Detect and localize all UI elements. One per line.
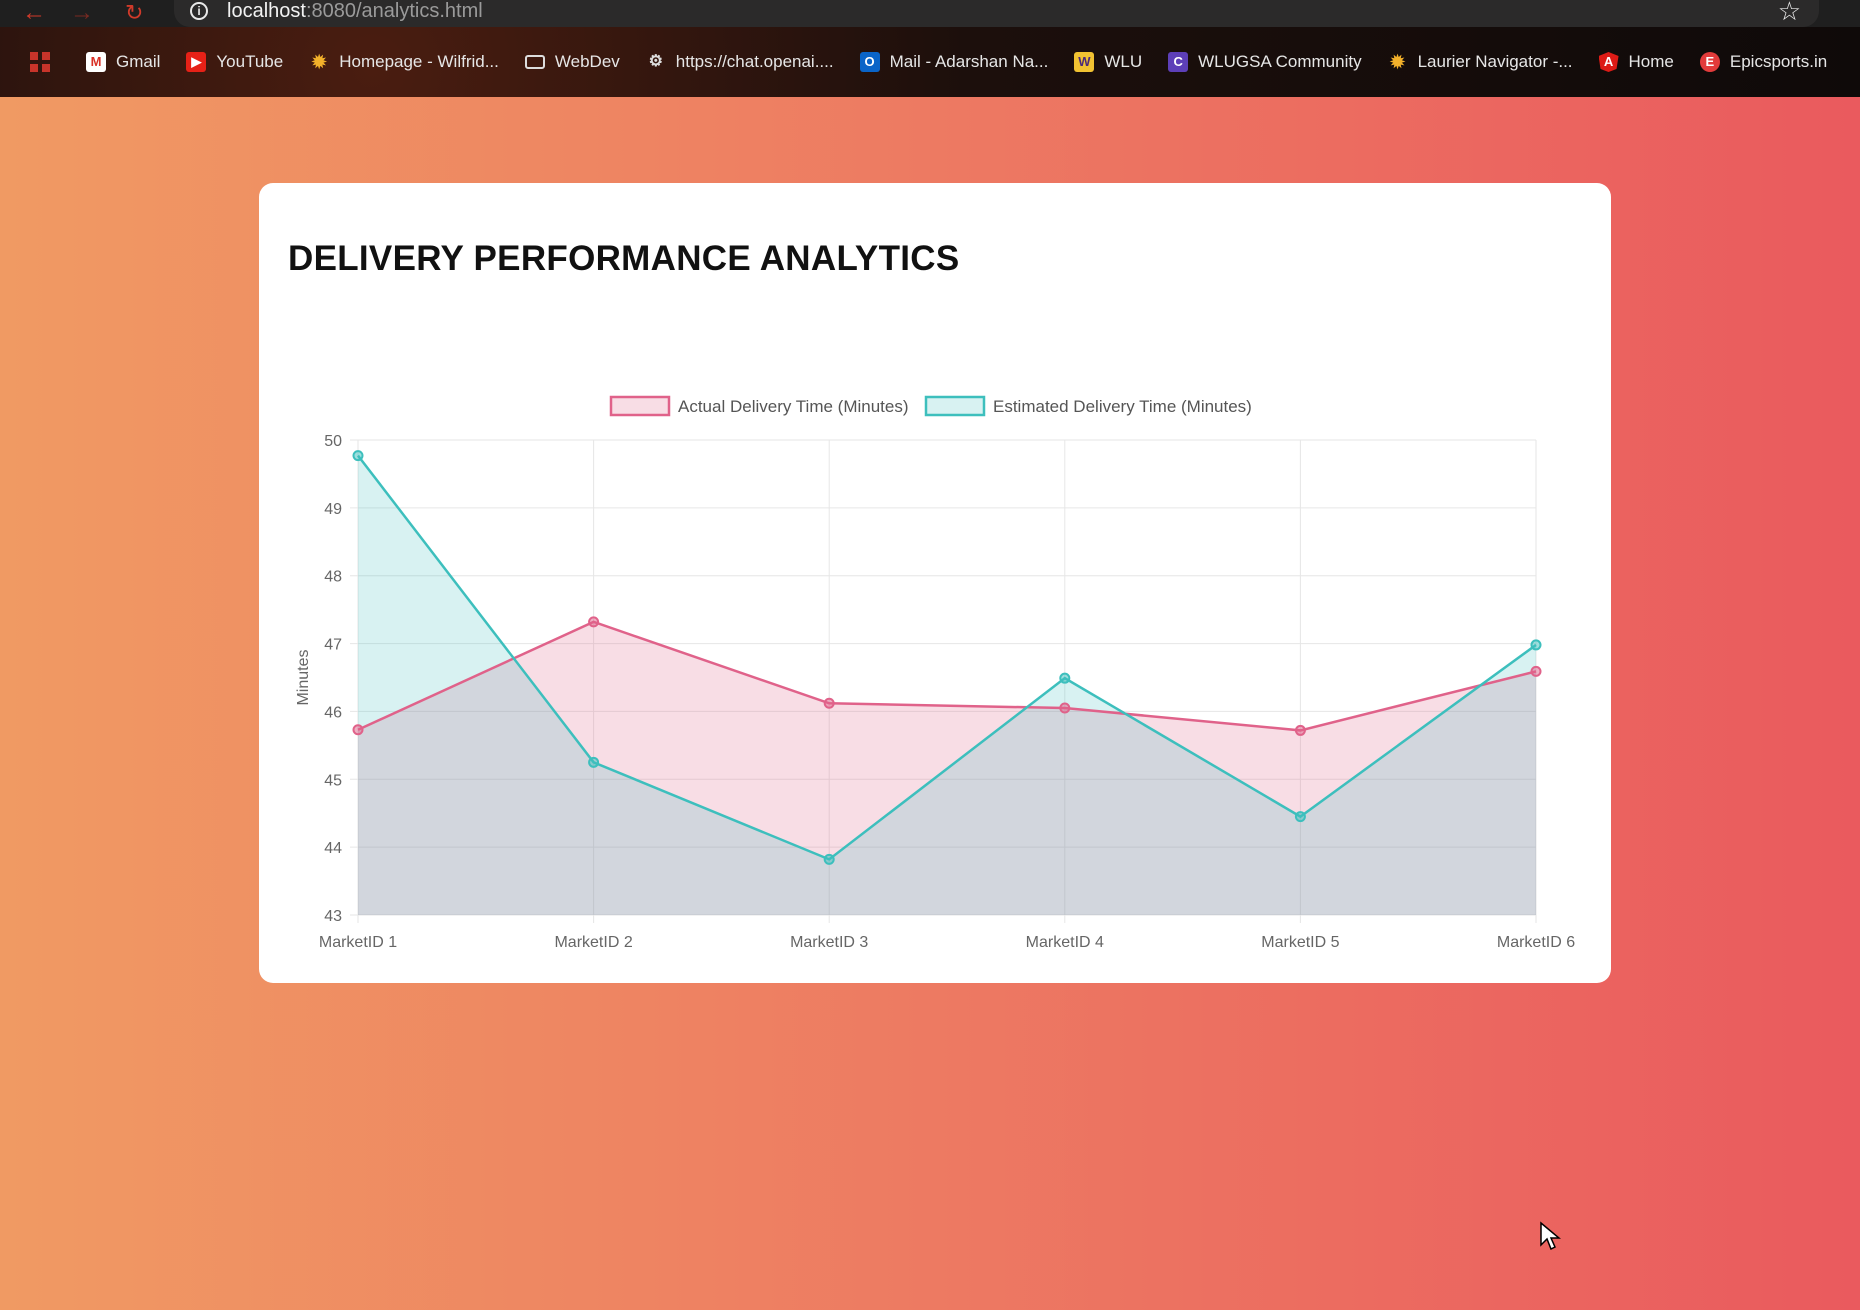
y-tick-label: 50 xyxy=(324,433,342,450)
series-actual-point xyxy=(823,697,835,709)
bookmark-homepage-wilfrid[interactable]: ✹ Homepage - Wilfrid... xyxy=(309,52,499,72)
youtube-icon: ▶ xyxy=(186,52,207,72)
folder-icon xyxy=(524,55,545,69)
angular-icon: A xyxy=(1598,52,1619,72)
openai-icon: ⚙ xyxy=(648,53,663,70)
address-bar[interactable]: i localhost:8080/analytics.html ☆ xyxy=(174,0,1819,27)
legend-label-estimated: Estimated Delivery Time (Minutes) xyxy=(993,397,1252,416)
bookmark-epicsports[interactable]: E Epicsports.in xyxy=(1699,52,1827,72)
y-tick-label: 47 xyxy=(324,637,342,654)
x-tick-label: MarketID 3 xyxy=(790,934,868,951)
legend-label-actual: Actual Delivery Time (Minutes) xyxy=(678,397,909,416)
y-tick-label: 45 xyxy=(324,772,342,789)
browser-toolbar: ← → ↻ i localhost:8080/analytics.html ☆ xyxy=(0,0,1860,27)
x-tick-label: MarketID 1 xyxy=(319,934,397,951)
series-actual-point xyxy=(1059,702,1071,714)
x-tick-label: MarketID 4 xyxy=(1026,934,1104,951)
bookmark-chat-openai[interactable]: ⚙ https://chat.openai.... xyxy=(646,52,834,72)
bookmark-webdev[interactable]: WebDev xyxy=(524,52,620,72)
y-axis-label: Minutes xyxy=(295,649,312,705)
series-actual-point xyxy=(588,616,600,628)
series-estimated-point xyxy=(1530,639,1542,651)
epicsports-icon: E xyxy=(1699,52,1720,72)
bookmark-star-icon[interactable]: ☆ xyxy=(1778,0,1801,27)
series-estimated-point xyxy=(352,450,364,462)
analytics-card: DELIVERY PERFORMANCE ANALYTICS 43 44 45 46 4… xyxy=(259,183,1611,983)
bookmark-wlugsa[interactable]: C WLUGSA Community xyxy=(1168,52,1362,72)
bookmarks-bar: M Gmail ▶ YouTube ✹ Homepage - Wilfrid... W… xyxy=(0,27,1860,97)
bookmark-wlu[interactable]: W WLU xyxy=(1074,52,1142,72)
gmail-icon: M xyxy=(86,52,106,72)
legend-swatch-actual xyxy=(609,395,671,417)
delivery-line-chart: 43 44 45 46 47 48 49 50 MarketID 1 MarketID 2 Mark… xyxy=(295,395,1575,951)
series-estimated-point xyxy=(588,756,600,768)
y-tick-label: 49 xyxy=(324,501,342,518)
url-text[interactable]: localhost:8080/analytics.html xyxy=(227,0,483,23)
maple-leaf-icon: ✹ xyxy=(1390,52,1406,72)
y-tick-label: 46 xyxy=(324,704,342,721)
outlook-icon: O xyxy=(859,52,880,72)
bookmark-youtube[interactable]: ▶ YouTube xyxy=(186,52,283,72)
site-info-icon[interactable]: i xyxy=(190,2,208,20)
bookmark-gmail[interactable]: M Gmail xyxy=(86,52,160,72)
apps-grid-icon[interactable] xyxy=(30,52,50,72)
mouse-cursor-icon xyxy=(1540,1221,1561,1251)
x-tick-label: MarketID 6 xyxy=(1497,934,1575,951)
wlu-icon: W xyxy=(1074,52,1095,72)
series-actual-point xyxy=(1530,665,1542,677)
reload-icon[interactable]: ↻ xyxy=(125,0,143,27)
maple-leaf-icon: ✹ xyxy=(311,52,327,72)
y-tick-label: 43 xyxy=(324,908,342,925)
x-tick-label: MarketID 2 xyxy=(554,934,632,951)
forward-arrow-icon[interactable]: → xyxy=(70,0,94,27)
x-tick-label: MarketID 5 xyxy=(1261,934,1339,951)
series-actual-point xyxy=(352,724,364,736)
bookmark-home[interactable]: A Home xyxy=(1598,52,1674,72)
y-tick-label: 48 xyxy=(324,569,342,586)
page-background: DELIVERY PERFORMANCE ANALYTICS 43 44 45 46 4… xyxy=(0,97,1860,1310)
legend-swatch-estimated xyxy=(924,395,986,417)
series-estimated-point xyxy=(823,853,835,865)
series-estimated-point xyxy=(1294,811,1306,823)
community-icon: C xyxy=(1168,52,1189,72)
back-arrow-icon[interactable]: ← xyxy=(22,0,46,27)
series-estimated-point xyxy=(1059,672,1071,684)
series-actual-point xyxy=(1294,724,1306,736)
y-tick-label: 44 xyxy=(324,840,342,857)
bookmark-mail[interactable]: O Mail - Adarshan Na... xyxy=(859,52,1048,72)
bookmark-laurier-navigator[interactable]: ✹ Laurier Navigator -... xyxy=(1388,52,1573,72)
